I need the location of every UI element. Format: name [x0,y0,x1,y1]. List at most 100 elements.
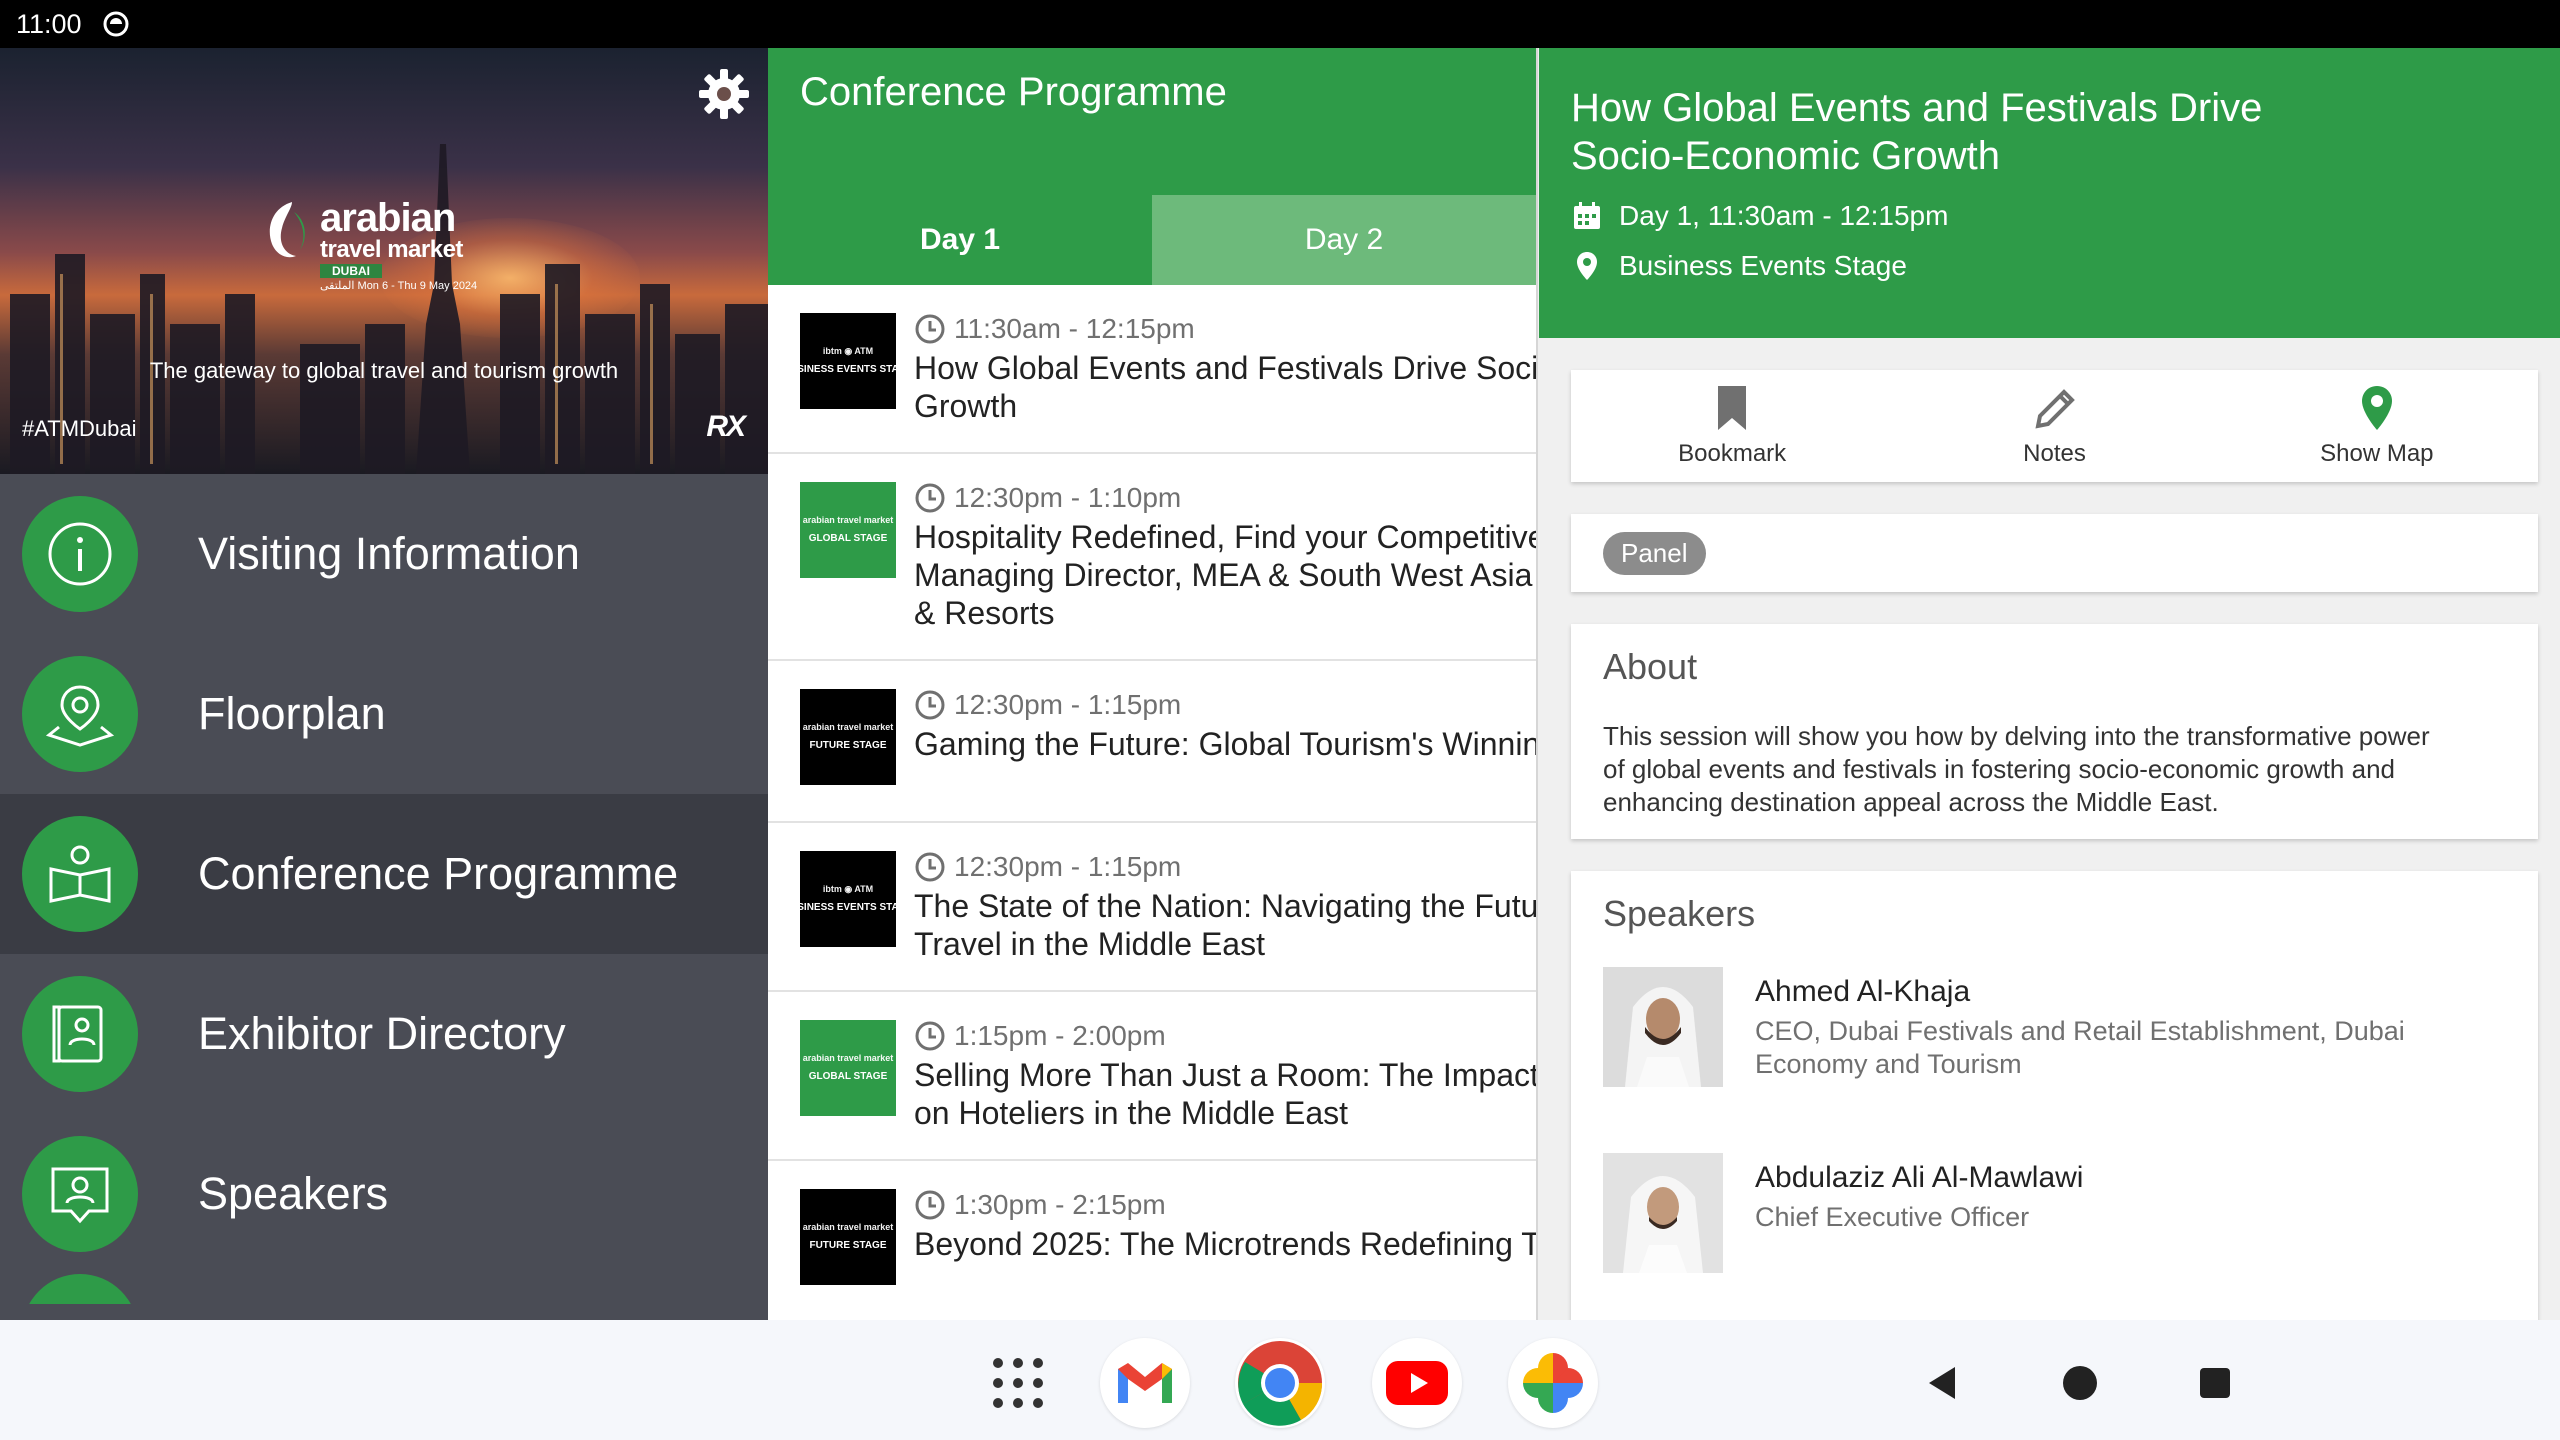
home-icon[interactable] [2035,1338,2125,1428]
tab-day-2[interactable]: Day 2 [1152,195,1536,285]
session-title-line: Beyond 2025: The Microtrends Redefining … [914,1226,1536,1262]
stage-thumbnail-label: BUSINESS EVENTS STAGE [782,902,914,914]
recents-icon[interactable] [2170,1338,2260,1428]
menu-icon-partial [22,1274,138,1304]
session-when: Day 1, 11:30am - 12:15pm [1571,200,2528,232]
clock-icon [915,852,945,882]
session-row[interactable]: arabian travel market GLOBAL STAGE 1:15p… [768,992,1536,1161]
session-title: Hospitality Redefined, Find your Competi… [914,518,1536,632]
session-time: 1:30pm - 2:15pm [914,1189,1536,1221]
stage-thumbnail-brand: arabian travel market [802,1221,894,1232]
logo-arabic: الملتقى [320,280,355,292]
speaker-photo [1603,967,1723,1087]
session-when-text: Day 1, 11:30am - 12:15pm [1619,200,1949,231]
session-title-line: & Resorts [914,595,1055,631]
notes-button[interactable]: Notes [1893,370,2215,482]
drawer-item-conference-programme[interactable]: Conference Programme [0,794,768,954]
session-title: Selling More Than Just a Room: The Impac… [914,1056,1536,1132]
session-type-chip: Panel [1603,531,1706,575]
notes-label: Notes [2023,440,2086,467]
stage-thumbnail-label: FUTURE STAGE [809,1240,887,1252]
drawer-item-label: Exhibitor Directory [198,1008,566,1059]
session-row[interactable]: arabian travel market FUTURE STAGE 12:30… [768,661,1536,823]
session-title-line: Hospitality Redefined, Find your Competi… [914,519,1536,555]
about-text-line: This session will show you how by delvin… [1603,721,2430,751]
bookmark-label: Bookmark [1678,440,1787,467]
drawer-item-label: Speakers [198,1168,389,1219]
session-time: 12:30pm - 1:10pm [914,482,1536,514]
session-time-text: 12:30pm - 1:10pm [954,482,1182,513]
stage-thumbnail-label: BUSINESS EVENTS STAGE [782,364,914,376]
drawer-item-floorplan[interactable]: Floorplan [0,634,768,794]
day-tabs: Day 1 Day 2 [768,195,1536,285]
drawer-item-label: Floorplan [198,688,386,739]
drawer-item-exhibitor-directory[interactable]: Exhibitor Directory [0,954,768,1114]
gmail-icon[interactable] [1100,1338,1190,1428]
session-title: The State of the Nation: Navigating the … [914,887,1536,963]
session-row[interactable]: ibtm ◉ ATM BUSINESS EVENTS STAGE 11:30am… [768,285,1536,454]
notification-icon [103,11,129,37]
system-taskbar [0,1320,2560,1440]
youtube-icon[interactable] [1372,1338,1462,1428]
bookmark-button[interactable]: Bookmark [1571,370,1893,482]
drawer-item-label: Visiting Information [198,528,580,579]
pencil-icon [2035,389,2076,429]
tab-day-1[interactable]: Day 1 [768,195,1152,285]
speaker-name: Ahmed Al-Khaja [1755,975,1971,1008]
show-map-button[interactable]: Show Map [2216,370,2538,482]
speaker-item[interactable]: Abdulaziz Ali Al-Mawlawi Chief Executive… [1603,1153,2506,1273]
info-icon [22,496,138,612]
stage-thumbnail-brand: ibtm ◉ ATM [822,345,874,356]
stage-thumbnail: arabian travel market GLOBAL STAGE [800,482,896,578]
session-detail-title-line: Socio-Economic Growth [1571,134,2001,178]
app-root: 11:00 arabian travel market DUBAI الملتق… [0,0,2560,1440]
event-banner: arabian travel market DUBAI الملتقى Mon … [0,48,768,474]
drawer-item-partial[interactable] [0,1274,768,1304]
stage-thumbnail-brand: arabian travel market [802,721,894,732]
navigation-drawer: arabian travel market DUBAI الملتقى Mon … [0,48,768,1320]
speakers-card: Speakers Ahmed Al-Khaja CEO, Dubai Festi… [1571,871,2538,1320]
stage-thumbnail: ibtm ◉ ATM BUSINESS EVENTS STAGE [783,313,913,409]
clock-icon [915,483,945,513]
session-row[interactable]: ibtm ◉ ATM BUSINESS EVENTS STAGE 12:30pm… [768,823,1536,992]
session-title-line: The State of the Nation: Navigating the … [914,888,1536,924]
stage-thumbnail: ibtm ◉ ATM BUSINESS EVENTS STAGE [783,851,913,947]
stage-thumbnail-label: GLOBAL STAGE [808,533,888,545]
page-title: Conference Programme [800,70,1227,114]
status-bar: 11:00 [0,0,2560,1320]
settings-gear-icon[interactable] [696,66,752,122]
drawer-item-label: Conference Programme [198,848,679,899]
clock-icon [915,1021,945,1051]
session-actions-card: Bookmark Notes Show Map [1571,370,2538,482]
session-detail-title: How Global Events and Festivals Drive So… [1571,84,2528,180]
drawer-item-visiting-information[interactable]: Visiting Information [0,474,768,634]
google-photos-icon[interactable] [1508,1338,1598,1428]
session-time-text: 1:30pm - 2:15pm [954,1189,1166,1220]
rx-brand-logo: RX [706,410,746,443]
programme-list-pane: Conference Programme Day 1 Day 2 ibtm ◉ … [768,48,1538,1320]
speaker-item[interactable]: Ahmed Al-Khaja CEO, Dubai Festivals and … [1603,967,2506,1087]
app-drawer-icon[interactable] [973,1338,1063,1428]
session-title: Beyond 2025: The Microtrends Redefining … [914,1225,1536,1263]
back-icon[interactable] [1898,1338,1988,1428]
speaker-role-line: CEO, Dubai Festivals and Retail Establis… [1755,1016,2405,1046]
session-time-text: 12:30pm - 1:15pm [954,851,1182,882]
programme-header: Conference Programme [768,48,1536,195]
session-detail-header: How Global Events and Festivals Drive So… [1539,48,2560,338]
session-row[interactable]: arabian travel market GLOBAL STAGE 12:30… [768,454,1536,661]
speaker-photo [1603,1153,1723,1273]
clock-icon [915,314,945,344]
session-time: 11:30am - 12:15pm [914,313,1536,345]
stage-thumbnail-label: FUTURE STAGE [809,740,887,752]
speaker-name: Abdulaziz Ali Al-Mawlawi [1755,1161,2084,1194]
session-title: Gaming the Future: Global Tourism's Winn… [914,725,1536,763]
logo-line-3: DUBAI [320,264,382,278]
drawer-item-speakers[interactable]: Speakers [0,1114,768,1274]
logo-line-1: arabian [320,196,456,240]
logo-dates: الملتقى Mon 6 - Thu 9 May 2024 [320,281,477,292]
session-time: 12:30pm - 1:15pm [914,689,1536,721]
chrome-icon[interactable] [1235,1338,1325,1428]
map-pin-icon [22,656,138,772]
session-row[interactable]: arabian travel market FUTURE STAGE 1:30p… [768,1161,1536,1320]
about-text: This session will show you how by delvin… [1603,720,2506,819]
